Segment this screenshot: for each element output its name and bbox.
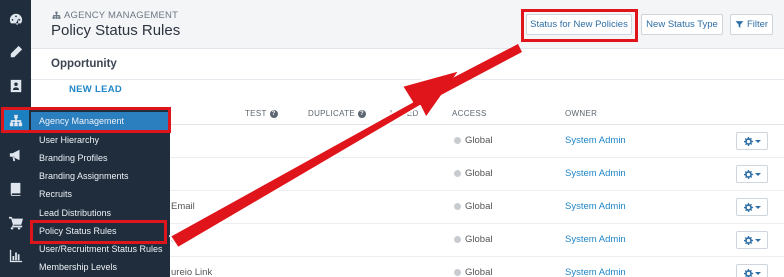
row-name: Email — [171, 201, 195, 212]
globe-icon — [454, 137, 461, 144]
row-access: Global — [454, 201, 492, 212]
column-header-label: ACCESS — [452, 109, 487, 118]
breadcrumb[interactable]: AGENCY MANAGEMENT — [52, 10, 178, 21]
new-status-type-label: New Status Type — [646, 19, 718, 30]
menu-item-membership-levels[interactable]: Membership Levels — [31, 258, 170, 276]
menu-item-branding-profiles[interactable]: Branding Profiles — [31, 149, 170, 167]
menu-item-agency-management[interactable]: Agency Management — [31, 112, 170, 130]
agency-management-flyout: Agency Management User Hierarchy Brandin… — [31, 110, 170, 277]
access-label: Global — [465, 168, 493, 179]
row-name: ureio Link — [171, 267, 213, 277]
row-access: Global — [454, 168, 492, 179]
owner-link[interactable]: System Admin — [565, 135, 626, 146]
filter-icon — [735, 21, 744, 28]
access-label: Global — [465, 201, 493, 212]
help-icon[interactable]: ? — [269, 109, 278, 118]
megaphone-icon[interactable] — [7, 146, 24, 163]
section-title: Opportunity — [51, 58, 117, 70]
status-new-policies-label: Status for New Policies — [530, 19, 628, 30]
column-header-label: LOSED — [390, 109, 419, 118]
column-header-label: OWNER — [565, 109, 598, 118]
menu-item-user-recruitment-status-rules[interactable]: User/Recruitment Status Rules — [31, 240, 170, 258]
bar-chart-icon[interactable] — [7, 247, 24, 264]
org-chart-icon — [52, 11, 61, 19]
row-actions-button[interactable] — [736, 165, 768, 183]
row-access: Global — [454, 267, 492, 277]
owner-link[interactable]: System Admin — [565, 168, 626, 179]
owner-link[interactable]: System Admin — [565, 201, 626, 212]
column-header-label: DUPLICATE — [308, 109, 356, 118]
menu-item-branding-assignments[interactable]: Branding Assignments — [31, 167, 170, 185]
contact-card-icon[interactable] — [7, 77, 24, 94]
gear-icon — [743, 202, 753, 212]
globe-icon — [454, 269, 461, 276]
divider — [31, 79, 784, 80]
owner-link[interactable]: System Admin — [565, 267, 626, 277]
access-label: Global — [465, 234, 493, 245]
org-chart-icon[interactable] — [2, 110, 29, 132]
gear-icon — [743, 268, 753, 277]
row-actions-button[interactable] — [736, 231, 768, 249]
pencil-icon[interactable] — [7, 43, 24, 60]
globe-icon — [454, 236, 461, 243]
chevron-down-icon — [754, 205, 761, 209]
cart-icon[interactable] — [7, 214, 24, 231]
column-header-test[interactable]: TEST ? — [245, 109, 278, 118]
row-actions-button[interactable] — [736, 132, 768, 150]
group-label: NEW LEAD — [69, 84, 123, 95]
row-access: Global — [454, 234, 492, 245]
globe-icon — [454, 203, 461, 210]
chevron-down-icon — [754, 172, 761, 176]
row-actions-button[interactable] — [736, 264, 768, 277]
row-access: Global — [454, 135, 492, 146]
book-icon[interactable] — [7, 180, 24, 197]
menu-item-recruits[interactable]: Recruits — [31, 185, 170, 203]
gear-icon — [743, 235, 753, 245]
breadcrumb-label: AGENCY MANAGEMENT — [64, 10, 179, 21]
chevron-down-icon — [754, 139, 761, 143]
row-name: ext — [171, 234, 184, 245]
column-header-closed[interactable]: LOSED — [390, 109, 419, 118]
row-actions-button[interactable] — [736, 198, 768, 216]
icon-rail — [0, 0, 31, 277]
new-status-type-button[interactable]: New Status Type — [641, 14, 723, 35]
chevron-down-icon — [754, 271, 761, 275]
globe-icon — [454, 170, 461, 177]
access-label: Global — [465, 267, 493, 277]
help-icon[interactable]: ? — [358, 109, 367, 118]
chevron-down-icon — [754, 238, 761, 242]
column-header-owner[interactable]: OWNER — [565, 109, 597, 118]
menu-item-user-hierarchy[interactable]: User Hierarchy — [31, 131, 170, 149]
filter-button[interactable]: Filter — [730, 14, 773, 35]
access-label: Global — [465, 135, 493, 146]
column-header-access[interactable]: ACCESS — [452, 109, 487, 118]
gear-icon — [743, 136, 753, 146]
page-header: AGENCY MANAGEMENT Policy Status Rules St… — [31, 0, 784, 46]
gear-icon — [743, 169, 753, 179]
page-title: Policy Status Rules — [51, 22, 181, 39]
menu-item-lead-distributions[interactable]: Lead Distributions — [31, 204, 170, 222]
owner-link[interactable]: System Admin — [565, 234, 626, 245]
column-header-duplicate[interactable]: DUPLICATE ? — [308, 109, 367, 118]
status-new-policies-button[interactable]: Status for New Policies — [526, 14, 632, 35]
menu-item-policy-status-rules[interactable]: Policy Status Rules — [31, 222, 170, 240]
column-header-label: TEST — [245, 109, 267, 118]
filter-label: Filter — [746, 19, 769, 30]
dashboard-icon[interactable] — [7, 10, 24, 27]
